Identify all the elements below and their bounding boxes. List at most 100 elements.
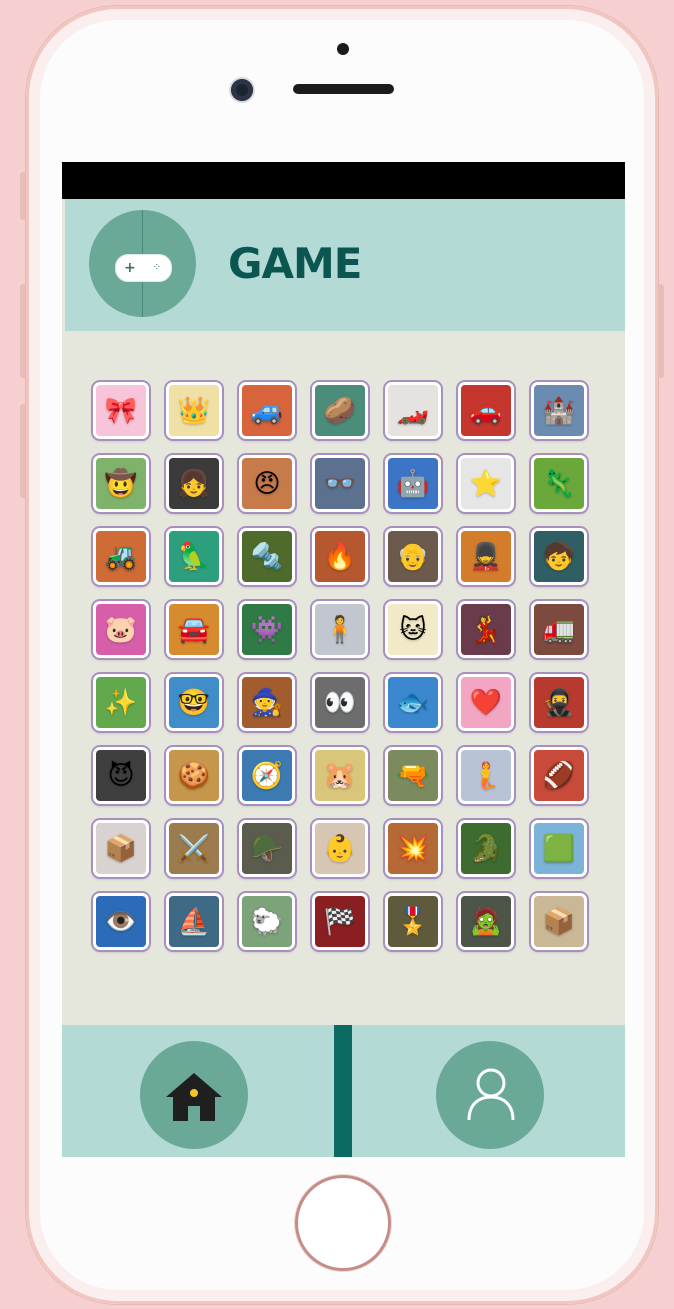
game-tile[interactable]: 🤓 — [166, 674, 222, 731]
game-tile[interactable]: 🪖 — [239, 820, 295, 877]
game-tile[interactable]: 🐟 — [385, 674, 441, 731]
game-thumbnail: 🍪 — [177, 760, 211, 791]
game-tile[interactable]: 🥔 — [312, 382, 368, 439]
game-thumbnail: 👾 — [250, 614, 284, 645]
game-tile[interactable]: 🏁 — [312, 893, 368, 950]
game-tile[interactable]: 👓 — [312, 455, 368, 512]
game-tile[interactable]: 🧟 — [458, 893, 514, 950]
earpiece-speaker — [293, 84, 394, 94]
game-tile[interactable]: 👀 — [312, 674, 368, 731]
game-thumbnail: 🐑 — [250, 906, 284, 937]
game-thumbnail: 👴 — [396, 541, 430, 572]
game-thumbnail: 👑 — [177, 395, 211, 426]
game-tile[interactable]: 🏈 — [531, 747, 587, 804]
dpad-icon: + — [124, 260, 136, 276]
game-tile[interactable]: ⭐ — [458, 455, 514, 512]
game-thumbnail: 🏁 — [323, 906, 357, 937]
game-tile[interactable]: 🟩 — [531, 820, 587, 877]
gamepad-icon: + ⁘ — [115, 254, 172, 282]
game-tile[interactable]: 🔥 — [312, 528, 368, 585]
game-tile[interactable]: 🦎 — [531, 455, 587, 512]
game-tile[interactable]: 🤠 — [93, 455, 149, 512]
game-tile[interactable]: 🏰 — [531, 382, 587, 439]
game-tile[interactable]: 👧 — [166, 455, 222, 512]
game-thumbnail: 💃 — [469, 614, 503, 645]
game-tile[interactable]: 🥷 — [531, 674, 587, 731]
game-tile[interactable]: 🐊 — [458, 820, 514, 877]
game-thumbnail: 🤖 — [396, 468, 430, 499]
game-thumbnail: 🎀 — [104, 395, 138, 426]
game-thumbnail: 🔫 — [396, 760, 430, 791]
game-thumbnail: 🏰 — [542, 395, 576, 426]
game-tile[interactable]: 👾 — [239, 601, 295, 658]
game-tile[interactable]: 🎀 — [93, 382, 149, 439]
game-tile[interactable]: 🚘 — [166, 601, 222, 658]
game-tile[interactable]: ✨ — [93, 674, 149, 731]
game-tile[interactable]: 🔫 — [385, 747, 441, 804]
game-tile[interactable]: 🚛 — [531, 601, 587, 658]
game-thumbnail: 👀 — [323, 687, 357, 718]
game-thumbnail: 🧒 — [542, 541, 576, 572]
game-thumbnail: 🧙 — [250, 687, 284, 718]
game-thumbnail: 🏈 — [542, 760, 576, 791]
game-thumbnail: 💂 — [469, 541, 503, 572]
home-hardware-button[interactable] — [295, 1175, 391, 1271]
game-thumbnail: 🎖️ — [396, 906, 430, 937]
game-tile[interactable]: 😠 — [239, 455, 295, 512]
game-tile[interactable]: 🚜 — [93, 528, 149, 585]
game-tile[interactable]: ⛵ — [166, 893, 222, 950]
game-tile[interactable]: 👁️ — [93, 893, 149, 950]
game-tile[interactable]: ❤️ — [458, 674, 514, 731]
game-tile[interactable]: 📦 — [531, 893, 587, 950]
game-tile[interactable]: 👴 — [385, 528, 441, 585]
game-tile[interactable]: 🍪 — [166, 747, 222, 804]
game-thumbnail: 🚗 — [469, 395, 503, 426]
game-thumbnail: 🧟 — [469, 906, 503, 937]
game-thumbnail: ❤️ — [469, 687, 503, 718]
game-tile[interactable]: 🧭 — [239, 747, 295, 804]
game-thumbnail: ✨ — [104, 687, 138, 718]
game-tile[interactable]: 🧙 — [239, 674, 295, 731]
game-tile[interactable]: 🧍 — [312, 601, 368, 658]
game-grid: 🎀 👑 🚙 🥔 🏎️ 🚗 🏰 🤠 👧 😠 👓 🤖 ⭐ 🦎 🚜 🦜 🔩 🔥 👴 💂 🧒 🐷 🚘 👾 🧍 🐱 💃 🚛 ✨ 🤓 🧙 👀 🐟 ❤️ 🥷 😈 🍪 🧭… — [62, 331, 625, 1025]
game-tile[interactable]: 👶 — [312, 820, 368, 877]
game-thumbnail: 🔩 — [250, 541, 284, 572]
game-tile[interactable]: 💃 — [458, 601, 514, 658]
game-thumbnail: 🚙 — [250, 395, 284, 426]
game-tile[interactable]: 🎖️ — [385, 893, 441, 950]
game-tile[interactable]: 📦 — [93, 820, 149, 877]
game-thumbnail: 🚛 — [542, 614, 576, 645]
game-tile[interactable]: 💂 — [458, 528, 514, 585]
profile-button[interactable] — [436, 1041, 544, 1149]
game-thumbnail: 🧜 — [469, 760, 503, 791]
game-tile[interactable]: 🐱 — [385, 601, 441, 658]
game-thumbnail: 😠 — [253, 468, 281, 499]
game-thumbnail: 🐊 — [469, 833, 503, 864]
game-tile[interactable]: 😈 — [93, 747, 149, 804]
game-tile[interactable]: 👑 — [166, 382, 222, 439]
game-tile[interactable]: 🧒 — [531, 528, 587, 585]
power-button — [657, 284, 664, 378]
game-tile[interactable]: 🦜 — [166, 528, 222, 585]
game-tile[interactable]: 🏎️ — [385, 382, 441, 439]
game-tile[interactable]: 🧜 — [458, 747, 514, 804]
game-thumbnail: 🧍 — [323, 614, 357, 645]
game-thumbnail: 🪖 — [250, 833, 284, 864]
page-title: GAME — [228, 239, 362, 288]
game-tile[interactable]: 🤖 — [385, 455, 441, 512]
home-button[interactable] — [140, 1041, 248, 1149]
game-tile[interactable]: 🐹 — [312, 747, 368, 804]
game-tile[interactable]: 🚗 — [458, 382, 514, 439]
game-tile[interactable]: ⚔️ — [166, 820, 222, 877]
game-thumbnail: 👓 — [323, 468, 357, 499]
game-thumbnail: 🥷 — [542, 687, 576, 718]
game-tile[interactable]: 🐷 — [93, 601, 149, 658]
bottom-nav — [62, 1025, 625, 1157]
game-tile[interactable]: 💥 — [385, 820, 441, 877]
game-tile[interactable]: 🐑 — [239, 893, 295, 950]
screen: + ⁘ GAME 🎀 👑 🚙 🥔 🏎️ 🚗 🏰 🤠 👧 😠 👓 🤖 ⭐ 🦎 🚜 🦜 🔩 🔥 👴 💂 🧒 🐷 🚘 👾 🧍 🐱 💃 🚛 ✨ 🤓… — [62, 162, 625, 1157]
game-tile[interactable]: 🚙 — [239, 382, 295, 439]
proximity-sensor — [337, 43, 349, 55]
game-thumbnail: 😈 — [107, 760, 135, 791]
game-tile[interactable]: 🔩 — [239, 528, 295, 585]
